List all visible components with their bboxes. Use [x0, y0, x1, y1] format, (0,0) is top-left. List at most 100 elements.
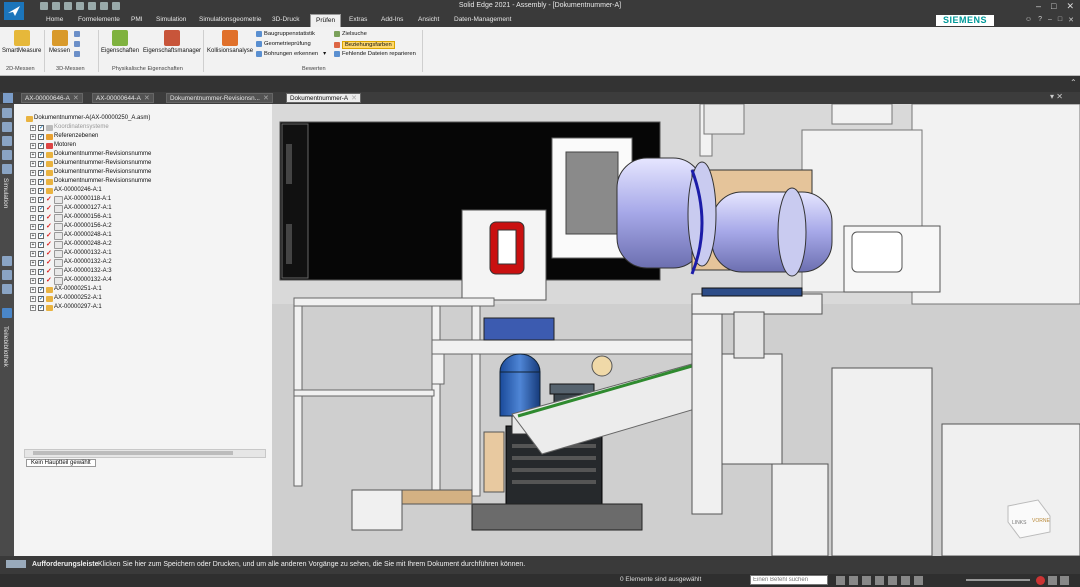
zoom-slider[interactable]	[966, 579, 1030, 581]
layers-icon[interactable]	[2, 122, 12, 132]
visibility-checkbox[interactable]: ✓	[38, 268, 44, 275]
eigenschaften-button[interactable]: Eigenschaften	[101, 30, 139, 54]
tree-item[interactable]: + ✓ ✓ AX-00000132-A:4	[30, 276, 112, 285]
visibility-checkbox[interactable]: ✓	[38, 196, 44, 203]
tree-root[interactable]: Dokumentnummer-A(AX-00000250_A.asm)	[26, 114, 150, 123]
expand-icon[interactable]: +	[30, 133, 36, 140]
fit-icon[interactable]	[862, 576, 871, 585]
tab-list-icon[interactable]: ▾ ✕	[1050, 92, 1063, 101]
doc-tab-3[interactable]: Dokumentnummer-A ✕	[286, 93, 361, 103]
ribbon-tab-8[interactable]: Add-Ins	[381, 16, 403, 23]
visibility-checkbox[interactable]: ✓	[38, 187, 44, 194]
ribbon-tab-0[interactable]: Home	[46, 16, 63, 23]
minimize-button[interactable]: –	[1036, 1, 1041, 12]
settings-icon[interactable]	[1060, 576, 1069, 585]
expand-icon[interactable]: +	[30, 232, 36, 239]
tree-item[interactable]: + ✓ ✓ AX-00000156-A:2	[30, 222, 112, 231]
tree-item[interactable]: + ✓ AX-00000246-A:1	[30, 186, 102, 195]
tree-item[interactable]: + ✓ ✓ AX-00000248-A:2	[30, 240, 112, 249]
visibility-checkbox[interactable]: ✓	[38, 151, 44, 158]
select-tools-icon[interactable]	[2, 164, 12, 174]
visibility-checkbox[interactable]: ✓	[38, 232, 44, 239]
prompt-bar[interactable]: Aufforderungsleiste Klicken Sie hier zum…	[0, 556, 1080, 574]
expand-icon[interactable]: +	[30, 277, 36, 284]
teilebibliothek-panel-tab[interactable]: Teilebibliothek	[2, 326, 9, 367]
pathfinder-icon[interactable]	[2, 108, 12, 118]
ribbon-tab-1[interactable]: Formelemente	[78, 16, 120, 23]
visibility-checkbox[interactable]: ✓	[38, 169, 44, 176]
expand-icon[interactable]: +	[30, 169, 36, 176]
tree-item[interactable]: + ✓ AX-00000297-A:1	[30, 303, 102, 312]
minimize-doc-icon[interactable]: –	[1048, 16, 1052, 24]
expand-icon[interactable]: +	[30, 151, 36, 158]
fehlende-dateien-button[interactable]: Fehlende Dateien reparieren	[334, 51, 416, 57]
visibility-checkbox[interactable]: ✓	[38, 259, 44, 266]
ribbon-right-icons[interactable]: ☺? – □ ✕	[1025, 16, 1074, 24]
application-button[interactable]	[4, 2, 24, 20]
expand-icon[interactable]: +	[30, 214, 36, 221]
tree-item[interactable]: + ✓ AX-00000252-A:1	[30, 294, 102, 303]
tree-item[interactable]: + ✓ ✓ AX-00000156-A:1	[30, 213, 112, 222]
ribbon-tab-6[interactable]: Prüfen	[310, 14, 342, 27]
close-doc-icon[interactable]: ✕	[1068, 16, 1074, 24]
expand-icon[interactable]: +	[30, 304, 36, 311]
tree-item[interactable]: + ✓ Dokumentnummer-Revisionsnumme	[30, 150, 151, 159]
tree-item[interactable]: + ✓ Referenzebenen	[30, 132, 98, 141]
visibility-checkbox[interactable]: ✓	[38, 304, 44, 311]
viewcube-front-face[interactable]: VORNE	[1032, 518, 1050, 524]
zoom-area-icon[interactable]	[836, 576, 845, 585]
smartmeasure-button[interactable]: SmartMeasure	[2, 30, 41, 54]
ribbon-tab-10[interactable]: Daten-Management	[454, 16, 511, 23]
shading-icon[interactable]	[914, 576, 923, 585]
eigenschaftsmanager-button[interactable]: Eigenschaftsmanager	[143, 30, 201, 54]
rotate-icon[interactable]	[888, 576, 897, 585]
tree-item[interactable]: + ✓ ✓ AX-00000132-A:1	[30, 249, 112, 258]
expand-icon[interactable]: +	[30, 205, 36, 212]
assembly-model-render[interactable]: LINKS VORNE	[272, 104, 1080, 556]
ribbon-tab-3[interactable]: Simulation	[156, 16, 186, 23]
tree-horizontal-scrollbar[interactable]	[24, 449, 266, 458]
measure-small-1[interactable]	[74, 31, 80, 37]
expand-icon[interactable]: +	[30, 241, 36, 248]
doc-tab-0[interactable]: AX-00000646-A ✕	[21, 93, 83, 103]
help-icon[interactable]: ?	[1038, 16, 1042, 24]
dropdown-arrow-icon[interactable]: ▾	[323, 51, 326, 57]
close-button[interactable]: ✕	[1066, 1, 1074, 12]
tree-item[interactable]: + ✓ ✓ AX-00000127-A:1	[30, 204, 112, 213]
tree-item[interactable]: + ✓ Dokumentnummer-Revisionsnumme	[30, 168, 151, 177]
tree-item[interactable]: + ✓ AX-00000251-A:1	[30, 285, 102, 294]
zielsuche-button[interactable]: Zielsuche	[334, 31, 367, 37]
expand-icon[interactable]: +	[30, 196, 36, 203]
visibility-checkbox[interactable]: ✓	[38, 286, 44, 293]
expand-icon[interactable]: +	[30, 124, 36, 131]
tree-item[interactable]: + ✓ Dokumentnummer-Revisionsnumme	[30, 159, 151, 168]
expand-icon[interactable]: +	[30, 160, 36, 167]
maximize-button[interactable]: □	[1051, 1, 1056, 12]
ribbon-tab-9[interactable]: Ansicht	[418, 16, 439, 23]
visibility-checkbox[interactable]: ✓	[38, 142, 44, 149]
tree-item[interactable]: + ✓ Motoren	[30, 141, 76, 150]
expand-icon[interactable]: +	[30, 187, 36, 194]
expand-icon[interactable]: +	[30, 259, 36, 266]
viewcube-left-face[interactable]: LINKS	[1012, 520, 1027, 526]
messen-button[interactable]: Messen	[49, 30, 70, 54]
zoom-icon[interactable]	[849, 576, 858, 585]
expand-icon[interactable]: +	[30, 250, 36, 257]
ribbon-collapse-icon[interactable]: ⌃	[1070, 78, 1077, 87]
ribbon-tab-5[interactable]: 3D-Druck	[272, 16, 299, 23]
visibility-checkbox[interactable]: ✓	[38, 133, 44, 140]
close-icon[interactable]: ✕	[144, 94, 150, 102]
expand-icon[interactable]: +	[30, 268, 36, 275]
community-icon[interactable]: ☺	[1025, 16, 1032, 24]
geometriepruefung-button[interactable]: Geometrieprüfung	[256, 41, 311, 47]
ribbon-tab-4[interactable]: Simulationsgeometrie	[199, 16, 262, 23]
tree-item[interactable]: + ✓ ✓ AX-00000248-A:1	[30, 231, 112, 240]
visibility-checkbox[interactable]: ✓	[38, 223, 44, 230]
assembly-icon[interactable]	[2, 136, 12, 146]
visibility-checkbox[interactable]: ✓	[38, 295, 44, 302]
visibility-checkbox[interactable]: ✓	[38, 124, 44, 131]
ribbon-tab-2[interactable]: PMI	[131, 16, 143, 23]
measure-small-3[interactable]	[74, 51, 80, 57]
baugruppenstatistik-button[interactable]: Baugruppenstatistik	[256, 31, 315, 37]
beziehungsfarben-button[interactable]: Beziehungsfarben	[334, 41, 395, 49]
